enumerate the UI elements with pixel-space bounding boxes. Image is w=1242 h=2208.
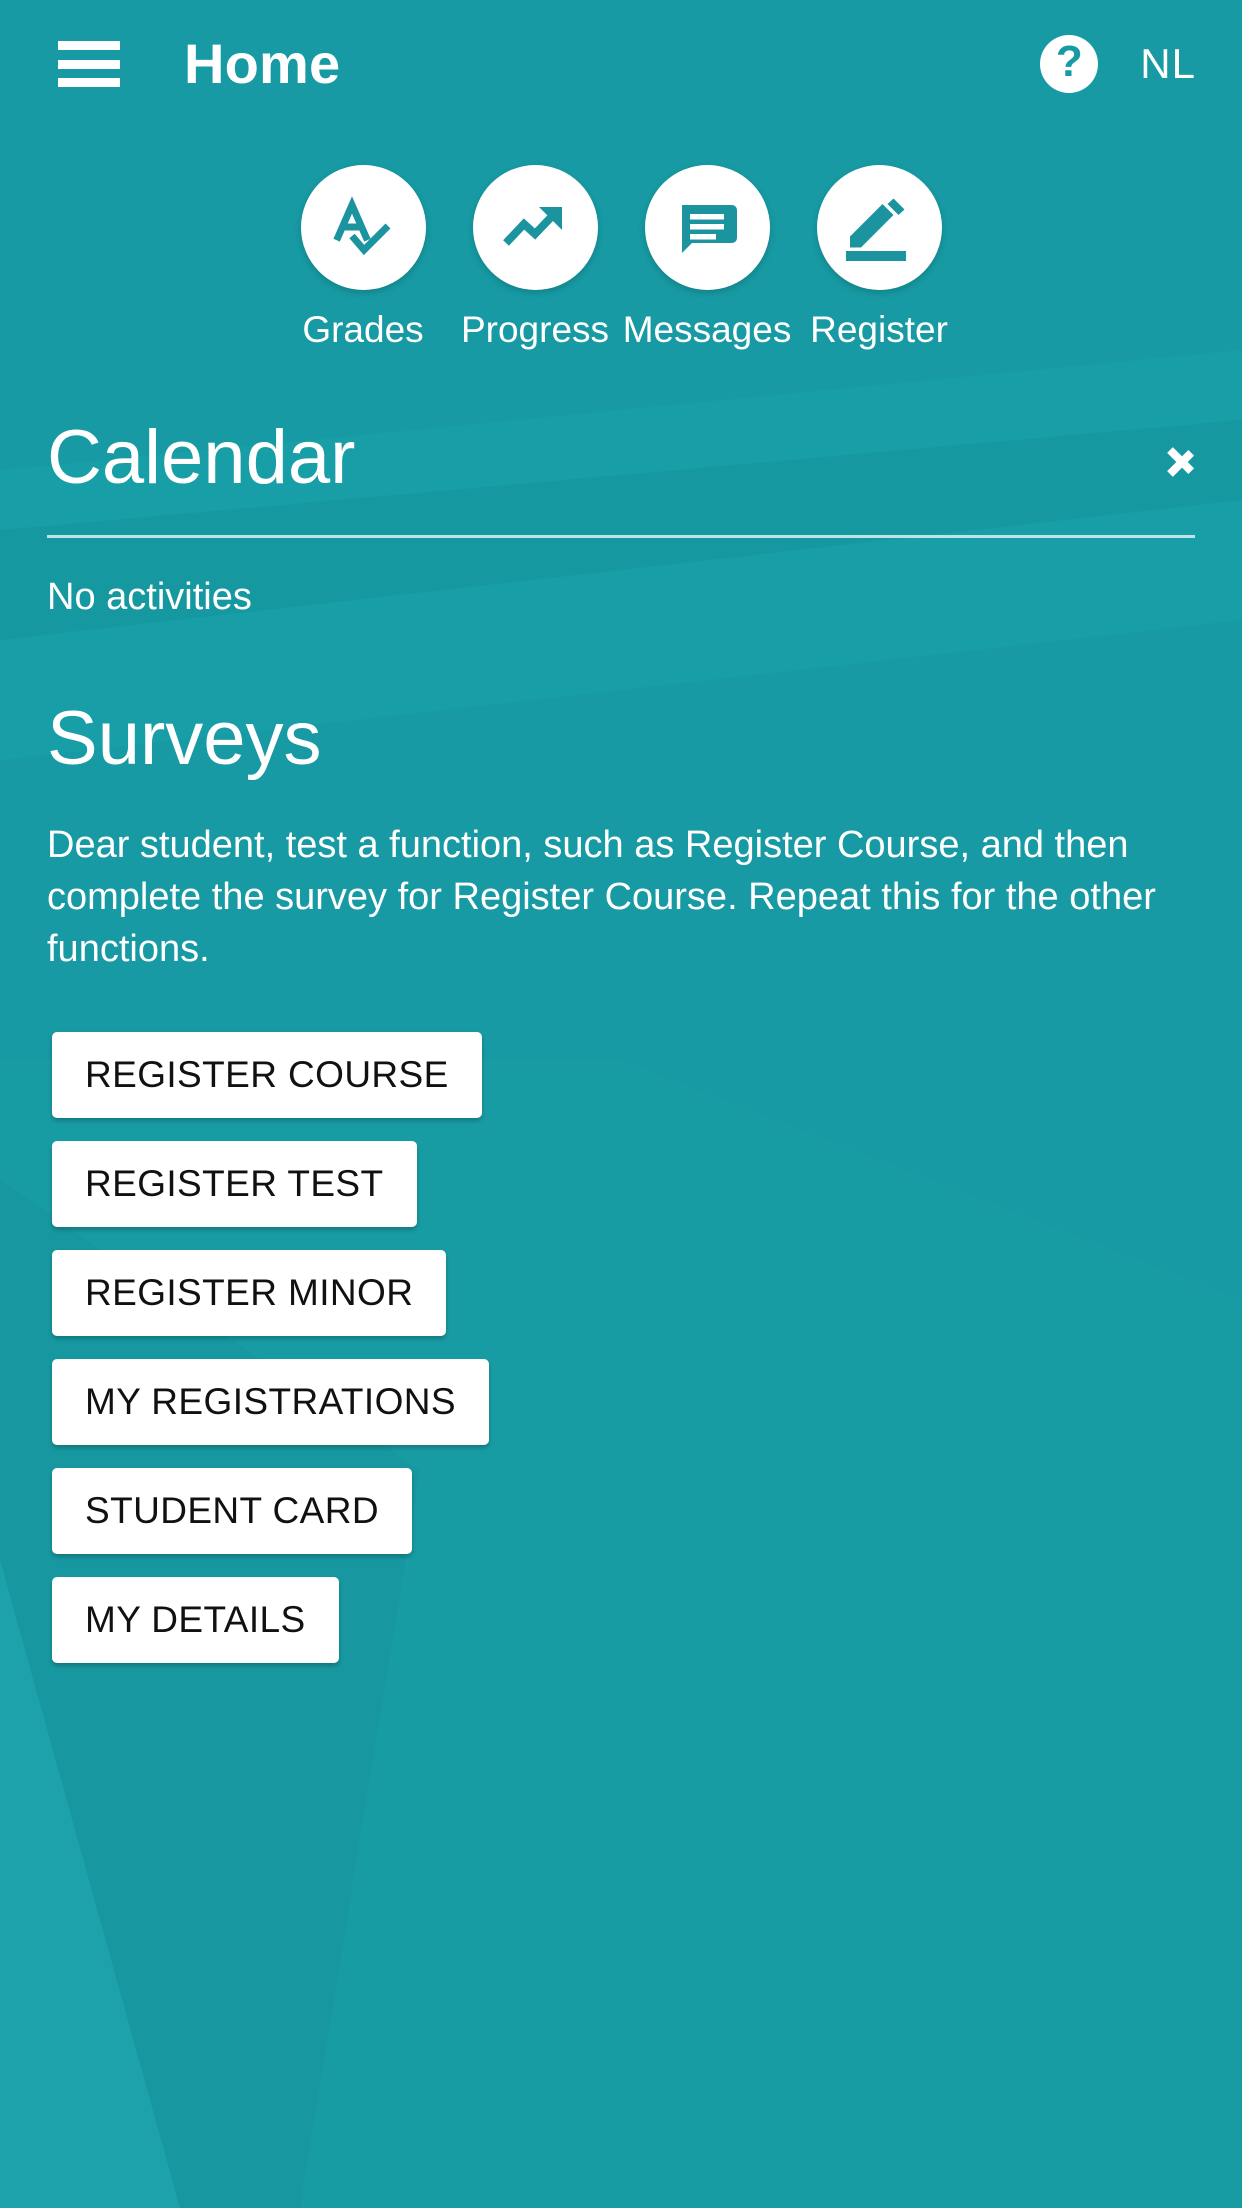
calendar-header[interactable]: Calendar (0, 414, 1242, 501)
hamburger-bar (58, 59, 120, 69)
shortcut-messages[interactable]: Messages (623, 165, 791, 352)
survey-button-list: REGISTER COURSE REGISTER TEST REGISTER M… (0, 1031, 1242, 1663)
shortcut-label: Messages (622, 309, 792, 350)
calendar-title: Calendar (47, 415, 356, 501)
calendar-section: Calendar No activities (0, 414, 1242, 618)
hamburger-menu-icon[interactable] (58, 41, 120, 87)
help-glyph: ? (1055, 37, 1083, 86)
calendar-empty-state: No activities (47, 575, 252, 618)
surveys-description: Dear student, test a function, such as R… (47, 824, 1156, 971)
message-bubble-icon (644, 165, 770, 290)
shortcut-grades[interactable]: Grades (300, 165, 426, 352)
help-question-icon[interactable]: ? (1040, 35, 1099, 93)
shortcut-label: Register (810, 309, 948, 350)
grade-a-check-icon (300, 165, 426, 290)
shortcut-label: Grades (302, 309, 424, 350)
calendar-divider (47, 534, 1195, 538)
survey-button-register-minor[interactable]: REGISTER MINOR (52, 1249, 447, 1336)
surveys-section: Surveys Dear student, test a function, s… (0, 697, 1242, 1663)
quick-action-row: Grades Progress Messages Register (0, 165, 1242, 352)
shortcut-register[interactable]: Register (810, 165, 948, 352)
shortcut-label: Progress (460, 309, 610, 350)
chevron-right-icon[interactable] (1168, 434, 1194, 482)
home-screen: Home ? NL Grades Progress Messages Regis… (0, 0, 1242, 2208)
trending-up-icon (472, 165, 598, 290)
survey-button-student-card[interactable]: STUDENT CARD (52, 1467, 412, 1554)
survey-button-my-registrations[interactable]: MY REGISTRATIONS (52, 1358, 489, 1445)
hamburger-bar (58, 78, 120, 87)
hamburger-bar (58, 41, 120, 50)
shortcut-progress[interactable]: Progress (461, 165, 609, 352)
survey-button-register-test[interactable]: REGISTER TEST (52, 1140, 417, 1227)
app-bar: Home ? NL (0, 0, 1242, 128)
survey-button-my-details[interactable]: MY DETAILS (52, 1576, 339, 1663)
pencil-edit-icon (816, 165, 942, 290)
page-title: Home (184, 32, 341, 95)
language-toggle[interactable]: NL (1140, 40, 1196, 88)
surveys-title: Surveys (47, 695, 322, 781)
survey-button-register-course[interactable]: REGISTER COURSE (52, 1031, 482, 1118)
